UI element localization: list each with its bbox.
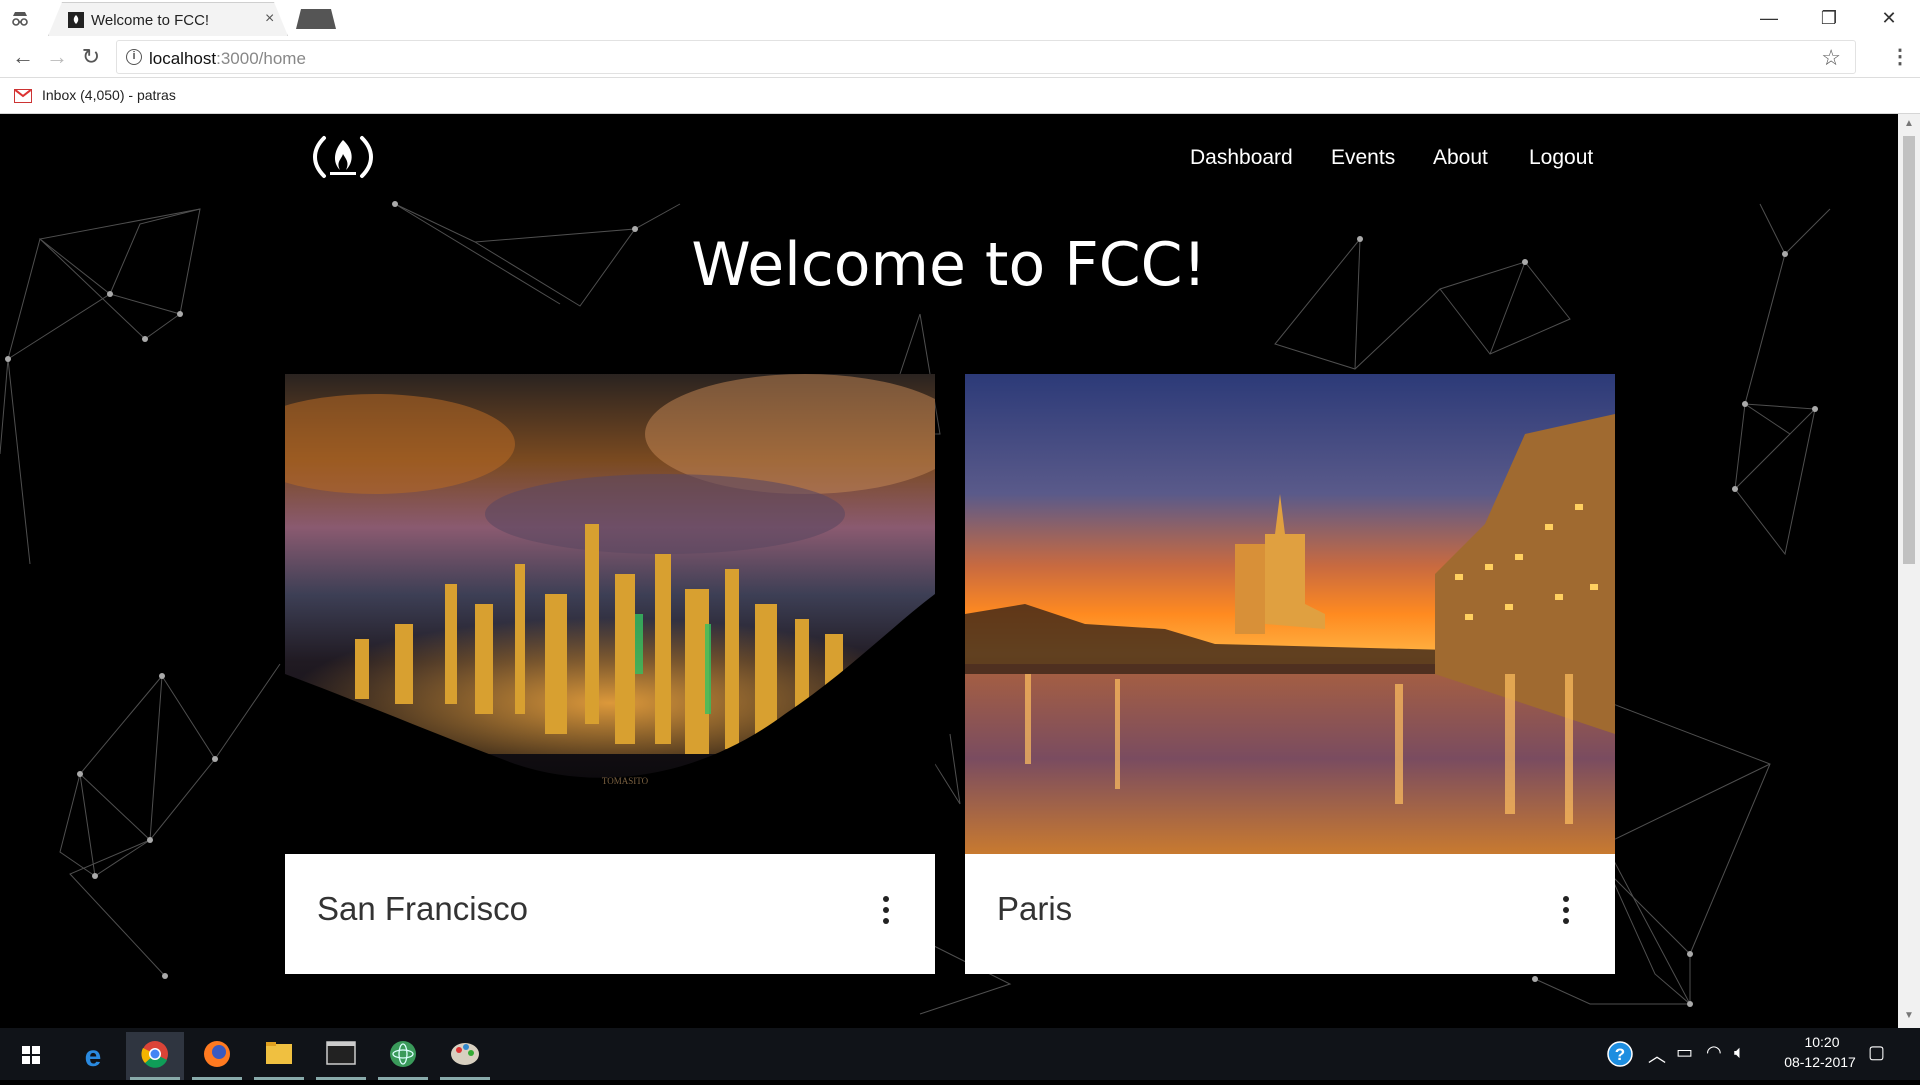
windows-start-icon[interactable]	[2, 1032, 60, 1080]
page-title: Welcome to FCC!	[691, 230, 1207, 300]
scroll-up-arrow-icon[interactable]: ▲	[1904, 118, 1914, 129]
new-tab-button[interactable]	[296, 9, 336, 29]
edge-icon[interactable]: e	[64, 1032, 122, 1080]
card-title: Paris	[997, 890, 1073, 927]
paint-taskbar-button[interactable]	[436, 1032, 494, 1080]
svg-text:?: ?	[1615, 1045, 1625, 1064]
wifi-icon[interactable]: ◠	[1706, 1042, 1722, 1063]
nav-link-about[interactable]: About	[1433, 146, 1488, 170]
tab-title: Welcome to FCC!	[91, 12, 210, 29]
atom-taskbar-button[interactable]	[374, 1032, 432, 1080]
nav-link-events[interactable]: Events	[1331, 146, 1395, 170]
card-footer: Paris	[965, 854, 1615, 974]
svg-text:e: e	[85, 1040, 102, 1073]
gmail-icon	[14, 89, 32, 103]
browser-toolbar: ← → ↻ i localhost:3000/home ☆ ⋮	[0, 36, 1920, 78]
nav-link-dashboard[interactable]: Dashboard	[1190, 146, 1293, 170]
windows-taskbar: e ? ︿ ▭ ◠ 🔈︎ 10:20 08-12-2017 ▢	[0, 1028, 1920, 1080]
browser-tab-active[interactable]: Welcome to FCC! ×	[48, 2, 288, 36]
paint-icon	[451, 1043, 479, 1065]
bookmark-star-icon[interactable]: ☆	[1821, 45, 1841, 71]
city-image-river	[965, 374, 1615, 854]
nav-link-logout[interactable]: Logout	[1529, 146, 1593, 170]
page-viewport: Dashboard Events About Logout Welcome to…	[0, 114, 1898, 1028]
card-more-options-icon[interactable]	[1563, 896, 1571, 926]
forward-arrow-icon[interactable]: →	[44, 44, 70, 70]
incognito-icon	[12, 12, 28, 26]
volume-icon[interactable]: 🔈︎	[1734, 1042, 1745, 1063]
card-title: San Francisco	[317, 890, 528, 927]
address-bar[interactable]: i localhost:3000/home ☆	[116, 40, 1856, 74]
info-icon[interactable]: i	[126, 49, 142, 65]
help-icon[interactable]: ?	[1606, 1040, 1634, 1068]
reload-icon[interactable]: ↻	[78, 44, 104, 70]
fcc-favicon-icon	[68, 12, 84, 28]
city-card-san-francisco[interactable]: TOMASITO San Francisco	[285, 374, 935, 974]
action-center-icon[interactable]: ▢	[1868, 1042, 1885, 1063]
url-text[interactable]: localhost:3000/home	[149, 49, 306, 69]
chrome-taskbar-button[interactable]	[126, 1032, 184, 1080]
back-arrow-icon[interactable]: ←	[10, 44, 36, 70]
close-window-button[interactable]: ✕	[1866, 4, 1912, 32]
firefox-icon	[204, 1041, 230, 1067]
bookmark-inbox[interactable]: Inbox (4,050) - patras	[42, 87, 176, 103]
restore-button[interactable]: ❐	[1806, 4, 1852, 32]
terminal-icon	[326, 1041, 356, 1065]
page-scrollbar[interactable]: ▲ ▼	[1898, 114, 1920, 1028]
city-image-skyline: TOMASITO	[285, 374, 935, 854]
browser-tabstrip: Welcome to FCC! × — ❐ ✕	[0, 0, 1920, 36]
minimize-button[interactable]: —	[1746, 4, 1792, 32]
city-card-paris[interactable]: Paris	[965, 374, 1615, 974]
battery-icon[interactable]: ▭	[1676, 1042, 1693, 1063]
atom-icon	[390, 1041, 416, 1067]
card-footer: San Francisco	[285, 854, 935, 974]
bookmarks-bar: Inbox (4,050) - patras	[0, 78, 1920, 114]
chrome-icon	[141, 1041, 168, 1068]
clock-time[interactable]: 10:20	[1782, 1034, 1862, 1050]
folder-icon	[266, 1042, 292, 1064]
card-more-options-icon[interactable]	[883, 896, 891, 926]
firefox-taskbar-button[interactable]	[188, 1032, 246, 1080]
clock-date[interactable]: 08-12-2017	[1770, 1054, 1870, 1070]
browser-menu-icon[interactable]: ⋮	[1890, 44, 1910, 69]
image-watermark: TOMASITO	[602, 776, 649, 786]
fcc-logo-icon[interactable]	[310, 132, 376, 182]
chevron-up-icon[interactable]: ︿	[1648, 1042, 1666, 1068]
scroll-down-arrow-icon[interactable]: ▼	[1904, 1010, 1914, 1021]
file-explorer-taskbar-button[interactable]	[250, 1032, 308, 1080]
terminal-taskbar-button[interactable]	[312, 1032, 370, 1080]
tab-close-icon[interactable]: ×	[265, 10, 274, 28]
scrollbar-thumb[interactable]	[1903, 136, 1915, 564]
